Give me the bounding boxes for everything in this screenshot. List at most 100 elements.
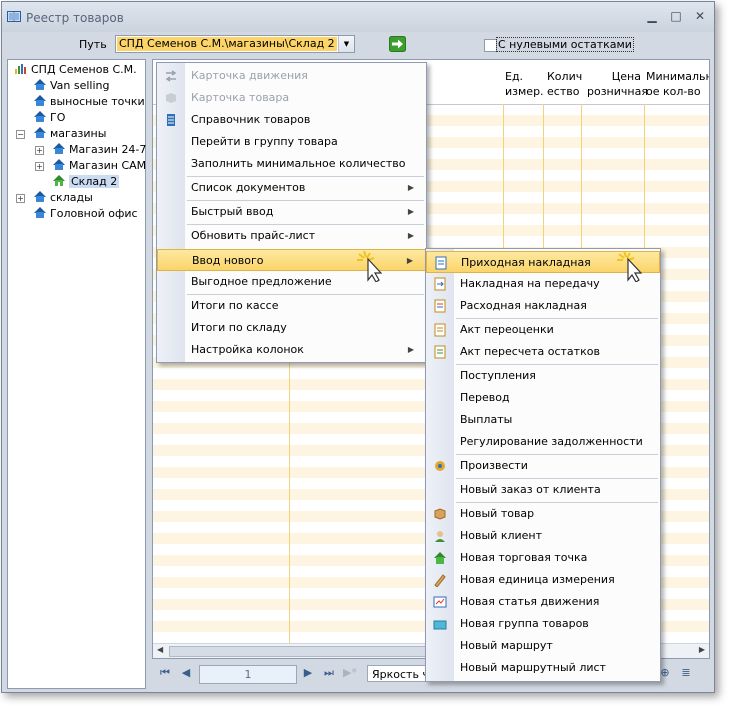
tree-item-magazin-24-7[interactable]: Магазин 24-7 [52, 142, 146, 157]
new-outlet-icon [434, 552, 446, 564]
house-icon [34, 207, 46, 218]
mouse-cursor-icon [617, 250, 642, 282]
submenu-item-new-route[interactable]: Новый маршрут [426, 635, 660, 657]
submenu-arrow-icon: ▶ [406, 256, 413, 265]
page-number[interactable]: 1 [199, 665, 297, 684]
tree-item-go[interactable]: ГО [33, 110, 65, 125]
minimize-button[interactable]: ▁ [643, 8, 661, 24]
submenu-item-new-movement-item[interactable]: Новая статья движения [426, 591, 660, 613]
menu-item-fill-min-qty[interactable]: Заполнить минимальное количество [157, 153, 426, 175]
first-page-icon[interactable]: ⏮ [158, 666, 172, 680]
column-header-min-qty[interactable]: Минимальн ое кол-во [646, 69, 709, 99]
submenu-item-new-product-group[interactable]: Новая группа товаров [426, 613, 660, 635]
scroll-thumb[interactable] [169, 646, 429, 657]
expand-toggle[interactable]: + [16, 194, 25, 203]
new-product-icon [434, 508, 446, 520]
bar-chart-icon [15, 64, 26, 74]
menu-item-quick-input[interactable]: Быстрый ввод ▶ [157, 201, 426, 223]
tree-item-magaziny[interactable]: магазины [33, 126, 106, 141]
prev-page-icon[interactable]: ◀ [179, 666, 193, 680]
path-bar: Путь СПД Семенов С.М.\магазины\Склад 2 ▼… [2, 32, 714, 58]
submenu-item-new-route-sheet[interactable]: Новый маршрутный лист [426, 657, 660, 679]
menu-item-cash-totals[interactable]: Итоги по кассе [157, 295, 426, 317]
menu-item-movement-card[interactable]: Карточка движения [157, 65, 426, 87]
go-arrow-icon[interactable] [389, 36, 406, 52]
submenu-item-transfer[interactable]: Перевод [426, 387, 660, 409]
house-icon [34, 191, 46, 202]
tree-item-golovnoy-ofis[interactable]: Головной офис [33, 206, 138, 221]
tree-item-sklad-2[interactable]: Склад 2 [52, 174, 120, 189]
menu-item-catalog[interactable]: Справочник товаров [157, 109, 426, 131]
column-header-quantity[interactable]: Колич ество [547, 69, 582, 99]
path-label: Путь [79, 38, 107, 51]
house-icon [34, 95, 46, 106]
menu-item-documents-list[interactable]: Список документов ▶ [157, 177, 426, 199]
scroll-right-icon[interactable]: ▶ [699, 645, 705, 654]
context-menu: Карточка движения Карточка товара Справо… [156, 62, 427, 363]
mouse-cursor-icon [357, 250, 382, 282]
submenu-item-recount[interactable]: Акт пересчета остатков [426, 341, 660, 363]
revaluation-icon [434, 323, 446, 337]
menu-item-best-offer[interactable]: Выгодное предложение [157, 271, 426, 293]
house-icon [34, 127, 46, 138]
store-icon [53, 159, 65, 170]
scroll-left-icon[interactable]: ◀ [157, 645, 163, 654]
path-value: СПД Семенов С.М.\магазины\Склад 2 [117, 37, 337, 51]
maximize-button[interactable]: □ [667, 8, 685, 24]
new-record-icon[interactable]: ▶* [343, 666, 357, 680]
collapse-toggle[interactable]: − [16, 130, 25, 139]
tree-item-sklady[interactable]: склады [33, 190, 93, 205]
movement-card-icon [165, 70, 177, 82]
new-movement-item-icon [433, 596, 447, 608]
chevron-down-icon[interactable]: ▼ [338, 36, 354, 52]
submenu-item-new-unit[interactable]: Новая единица измерения [426, 569, 660, 591]
window-title: Реестр товаров [26, 11, 124, 25]
submenu-item-payments[interactable]: Выплаты [426, 409, 660, 431]
menu-item-goto-group[interactable]: Перейти в группу товара [157, 131, 426, 153]
store-icon [53, 143, 65, 154]
new-product-group-icon [433, 620, 447, 630]
expand-toggle[interactable]: + [35, 162, 44, 171]
book-icon [7, 11, 21, 22]
path-combobox[interactable]: СПД Семенов С.М.\магазины\Склад 2 ▼ [115, 35, 355, 53]
tree-item-magazin-sam[interactable]: Магазин САМ [52, 158, 146, 173]
tree-item-vynosnye-tochki[interactable]: выносные точки [33, 94, 145, 109]
submenu-item-receipts[interactable]: Поступления [426, 365, 660, 387]
submenu-item-new-client[interactable]: Новый клиент [426, 525, 660, 547]
menu-item-new-entry[interactable]: Ввод нового ▶ [157, 249, 426, 271]
submenu-item-produce[interactable]: Произвести [426, 455, 660, 477]
menu-item-stock-totals[interactable]: Итоги по складу [157, 317, 426, 339]
tree-root-label: СПД Семенов С.М. [31, 63, 137, 76]
tree-root[interactable]: СПД Семенов С.М. [14, 62, 137, 77]
menu-item-product-card[interactable]: Карточка товара [157, 87, 426, 109]
tree-item-van-selling[interactable]: Van selling [33, 78, 110, 93]
new-entry-submenu: Приходная накладная Накладная на передач… [425, 248, 661, 682]
menu-item-column-settings[interactable]: Настройка колонок ▶ [157, 339, 426, 361]
submenu-item-new-client-order[interactable]: Новый заказ от клиента [426, 479, 660, 501]
catalog-icon [167, 114, 175, 126]
title-bar: Реестр товаров ▁ □ ✕ [2, 2, 714, 32]
produce-icon [435, 461, 445, 471]
warehouse-icon [53, 175, 65, 186]
menu-item-update-pricelist[interactable]: Обновить прайс-лист ▶ [157, 225, 426, 247]
next-page-icon[interactable]: ▶ [301, 666, 315, 680]
last-page-icon[interactable]: ⏭ [322, 666, 336, 680]
submenu-item-new-outlet[interactable]: Новая торговая точка [426, 547, 660, 569]
brightness-field[interactable]: Яркость че [367, 665, 432, 682]
submenu-item-debt-regulation[interactable]: Регулирование задолженности [426, 431, 660, 453]
zero-stock-label[interactable]: С нулевыми остатками [496, 37, 634, 52]
incoming-invoice-icon [435, 256, 447, 270]
column-header-unit[interactable]: Ед. измер. [505, 69, 544, 99]
column-header-retail-price[interactable]: Цена розничная [587, 69, 648, 99]
outgoing-invoice-icon [434, 299, 446, 313]
submenu-item-new-product[interactable]: Новый товар [426, 503, 660, 525]
expand-toggle[interactable]: + [35, 146, 44, 155]
list-settings-icon[interactable]: ≣ [679, 666, 693, 680]
warehouse-tree: СПД Семенов С.М. Van selling выносные то… [7, 59, 146, 689]
submenu-item-outgoing-invoice[interactable]: Расходная накладная [426, 295, 660, 317]
close-button[interactable]: ✕ [691, 8, 709, 24]
submenu-arrow-icon: ▶ [407, 183, 414, 192]
submenu-item-revaluation[interactable]: Акт переоценки [426, 319, 660, 341]
submenu-arrow-icon: ▶ [407, 207, 414, 216]
submenu-arrow-icon: ▶ [407, 231, 414, 240]
